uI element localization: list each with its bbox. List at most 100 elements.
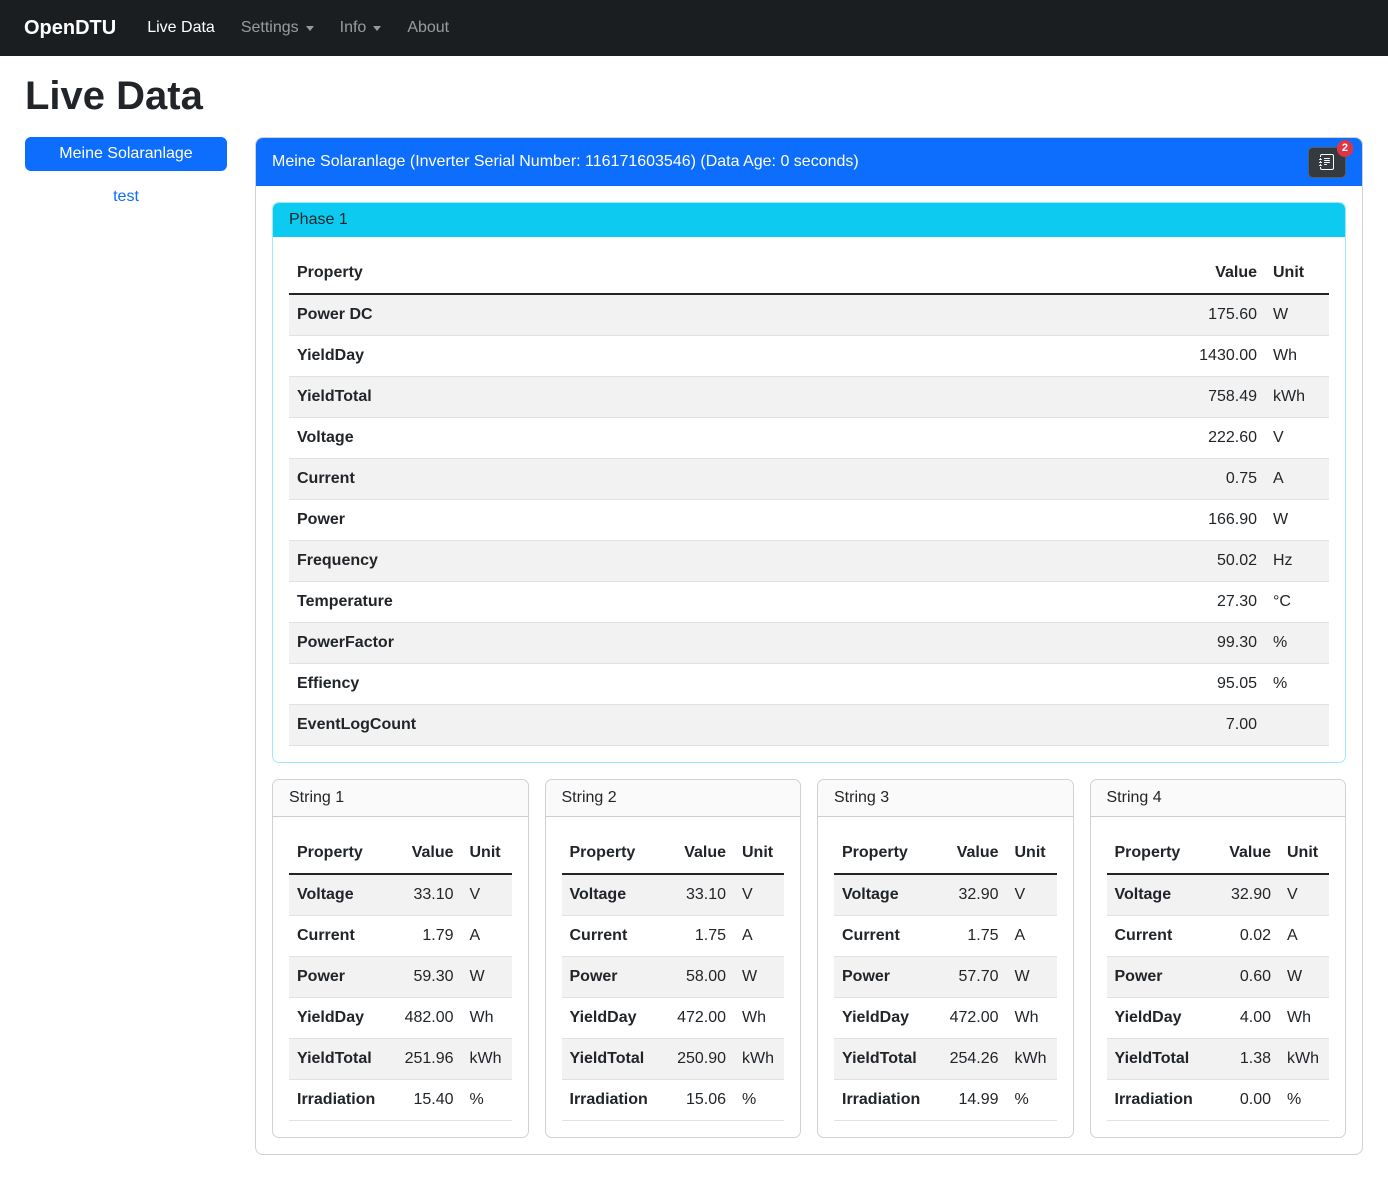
value-cell: 50.02 xyxy=(1145,541,1265,582)
value-cell: 33.10 xyxy=(660,874,734,916)
value-cell: 32.90 xyxy=(1205,874,1279,916)
col-value: Value xyxy=(660,833,734,874)
nav-settings-label: Settings xyxy=(241,19,299,37)
string-card-1: String 1 Property Value Unit xyxy=(272,779,529,1138)
col-unit: Unit xyxy=(462,833,512,874)
col-value: Value xyxy=(1205,833,1279,874)
table-row: Power0.60W xyxy=(1107,957,1330,998)
unit-cell: V xyxy=(1279,874,1329,916)
property-cell: Irradiation xyxy=(289,1080,388,1121)
string-table: Property Value Unit Voltage33.10VCurrent… xyxy=(562,833,785,1121)
nav-settings[interactable]: Settings xyxy=(228,11,327,45)
main-content: Meine Solaranlage (Inverter Serial Numbe… xyxy=(255,137,1363,1155)
property-cell: Power xyxy=(1107,957,1206,998)
table-row: Voltage33.10V xyxy=(562,874,785,916)
unit-cell: W xyxy=(1265,500,1329,541)
col-unit: Unit xyxy=(734,833,784,874)
string-card-title: String 4 xyxy=(1091,780,1346,817)
table-row: Power59.30W xyxy=(289,957,512,998)
unit-cell: Wh xyxy=(1279,998,1329,1039)
table-row: YieldDay482.00Wh xyxy=(289,998,512,1039)
value-cell: 4.00 xyxy=(1205,998,1279,1039)
value-cell: 15.06 xyxy=(660,1080,734,1121)
unit-cell: % xyxy=(1265,664,1329,705)
eventlog-count-badge: 2 xyxy=(1337,140,1353,157)
nav-info[interactable]: Info xyxy=(327,11,395,45)
value-cell: 251.96 xyxy=(388,1039,462,1080)
phase-table: Property Value Unit Power DC175.60WYield… xyxy=(289,253,1329,746)
unit-cell: kWh xyxy=(1265,377,1329,418)
table-row: Temperature27.30°C xyxy=(289,582,1329,623)
table-row: YieldDay472.00Wh xyxy=(834,998,1057,1039)
unit-cell: Wh xyxy=(462,998,512,1039)
table-row: Power58.00W xyxy=(562,957,785,998)
unit-cell xyxy=(1265,705,1329,746)
unit-cell: % xyxy=(734,1080,784,1121)
table-row: YieldTotal758.49kWh xyxy=(289,377,1329,418)
table-row: Current1.75A xyxy=(834,916,1057,957)
value-cell: 0.02 xyxy=(1205,916,1279,957)
inverter-card: Meine Solaranlage (Inverter Serial Numbe… xyxy=(255,137,1363,1155)
col-property: Property xyxy=(289,833,388,874)
table-row: Voltage32.90V xyxy=(1107,874,1330,916)
col-unit: Unit xyxy=(1007,833,1057,874)
value-cell: 758.49 xyxy=(1145,377,1265,418)
inverter-list: Meine Solaranlage test xyxy=(25,137,227,206)
table-header-row: Property Value Unit xyxy=(562,833,785,874)
table-header-row: Property Value Unit xyxy=(289,253,1329,294)
table-row: YieldTotal250.90kWh xyxy=(562,1039,785,1080)
value-cell: 1.75 xyxy=(660,916,734,957)
unit-cell: A xyxy=(1279,916,1329,957)
table-row: Voltage222.60V xyxy=(289,418,1329,459)
table-row: EventLogCount7.00 xyxy=(289,705,1329,746)
col-property: Property xyxy=(834,833,933,874)
property-cell: Current xyxy=(834,916,933,957)
unit-cell: A xyxy=(462,916,512,957)
value-cell: 32.90 xyxy=(933,874,1007,916)
unit-cell: A xyxy=(1265,459,1329,500)
value-cell: 7.00 xyxy=(1145,705,1265,746)
inverter-select-button[interactable]: Meine Solaranlage xyxy=(25,137,227,171)
table-row: PowerFactor99.30% xyxy=(289,623,1329,664)
string-table: Property Value Unit Voltage32.90VCurrent… xyxy=(834,833,1057,1121)
table-row: YieldDay4.00Wh xyxy=(1107,998,1330,1039)
col-value: Value xyxy=(1145,253,1265,294)
string-table: Property Value Unit Voltage32.90VCurrent… xyxy=(1107,833,1330,1121)
table-row: YieldTotal254.26kWh xyxy=(834,1039,1057,1080)
journal-text-icon xyxy=(1319,154,1335,170)
unit-cell: V xyxy=(1007,874,1057,916)
value-cell: 1.75 xyxy=(933,916,1007,957)
inverter-select-test[interactable]: test xyxy=(25,188,227,206)
unit-cell: % xyxy=(1279,1080,1329,1121)
property-cell: YieldDay xyxy=(1107,998,1206,1039)
property-cell: YieldDay xyxy=(562,998,661,1039)
property-cell: Current xyxy=(289,916,388,957)
property-cell: YieldTotal xyxy=(289,1039,388,1080)
nav-items: Live Data Settings Info About xyxy=(134,11,462,45)
property-cell: Irradiation xyxy=(834,1080,933,1121)
value-cell: 59.30 xyxy=(388,957,462,998)
property-cell: Effiency xyxy=(289,664,1145,705)
unit-cell: % xyxy=(462,1080,512,1121)
value-cell: 15.40 xyxy=(388,1080,462,1121)
col-property: Property xyxy=(289,253,1145,294)
table-row: Current1.79A xyxy=(289,916,512,957)
unit-cell: A xyxy=(1007,916,1057,957)
unit-cell: V xyxy=(1265,418,1329,459)
eventlog-button[interactable]: 2 xyxy=(1308,147,1346,178)
table-row: Voltage32.90V xyxy=(834,874,1057,916)
string-table: Property Value Unit Voltage33.10VCurrent… xyxy=(289,833,512,1121)
property-cell: Power xyxy=(289,500,1145,541)
phase-card-title: Phase 1 xyxy=(273,203,1345,237)
nav-about[interactable]: About xyxy=(394,11,462,45)
col-property: Property xyxy=(562,833,661,874)
table-row: YieldTotal1.38kWh xyxy=(1107,1039,1330,1080)
value-cell: 166.90 xyxy=(1145,500,1265,541)
property-cell: Current xyxy=(1107,916,1206,957)
value-cell: 33.10 xyxy=(388,874,462,916)
nav-live-data[interactable]: Live Data xyxy=(134,11,228,45)
brand[interactable]: OpenDTU xyxy=(24,17,116,40)
value-cell: 254.26 xyxy=(933,1039,1007,1080)
inverter-card-title: Meine Solaranlage (Inverter Serial Numbe… xyxy=(272,153,859,171)
property-cell: YieldDay xyxy=(834,998,933,1039)
